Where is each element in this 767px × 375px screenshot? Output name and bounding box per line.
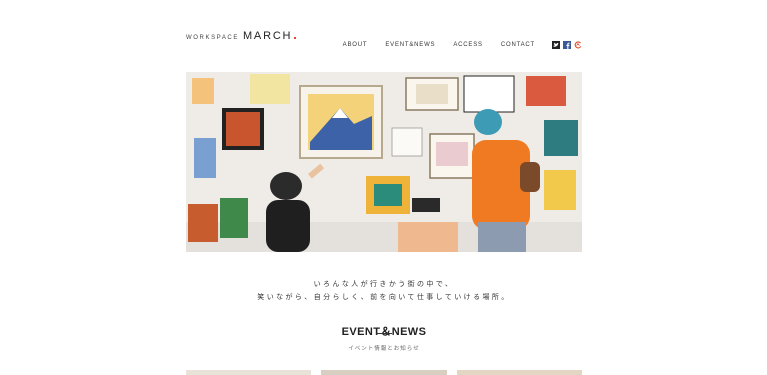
nav-item-access[interactable]: ACCESS [453,42,482,48]
facebook-icon[interactable] [563,41,571,49]
global-nav: ABOUT EVENT&NEWS ACCESS CONTACT [343,41,582,49]
nav-item-contact[interactable]: CONTACT [501,42,535,48]
wall-drawing [250,74,290,104]
site-logo[interactable]: WORKSPACE MARCH [186,30,297,42]
site-header: WORKSPACE MARCH ABOUT EVENT&NEWS ACCESS … [186,30,582,58]
nav-item-event-news[interactable]: EVENT&NEWS [385,42,435,48]
march-logo-icon[interactable] [574,41,582,49]
wall-drawing [220,198,248,238]
person-right [474,109,502,135]
logo-dot [294,37,297,39]
wall-drawing [188,204,218,242]
event-card[interactable] [456,370,582,375]
wall-drawing [412,198,440,212]
wall-drawing [194,138,216,178]
logo-subtitle: WORKSPACE [186,35,239,41]
hero-photo-illustration [186,72,582,252]
wall-drawing [398,222,458,252]
section-subtitle: イベント情報とお知らせ [348,346,420,352]
event-card[interactable] [186,370,312,375]
wall-drawing [192,78,214,104]
logo-title: MARCH [242,30,293,42]
wall-drawing [526,76,566,106]
hero-image [186,72,582,252]
twitter-icon[interactable] [552,41,560,49]
tagline-line-2: 笑いながら、自分らしく、前を向いて仕事していける場所。 [257,294,511,301]
wall-drawing [391,127,423,157]
wall-drawing [463,75,515,113]
event-card[interactable] [321,370,447,375]
nav-item-about[interactable]: ABOUT [343,42,368,48]
wall-drawing [544,170,576,210]
person-left [270,172,302,200]
tagline-line-1: いろんな人が行きかう街の中で、 [313,281,455,288]
event-card-strip [186,370,582,375]
social-icons [549,41,582,49]
section-divider [376,333,392,334]
section-title: EVENT＆NEWS [186,323,582,339]
wall-drawing [544,120,578,156]
